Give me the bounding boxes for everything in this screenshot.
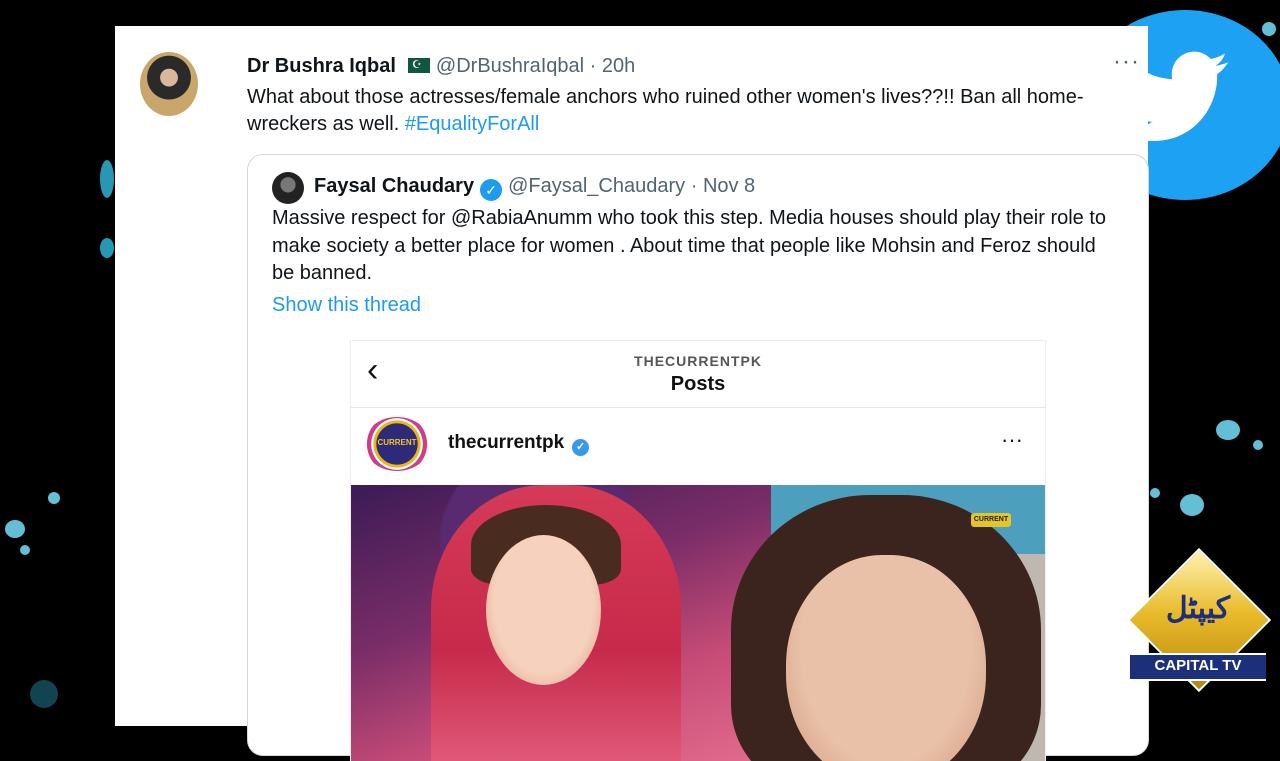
decorative-bubble	[20, 545, 30, 555]
instagram-account-title: THECURRENTPK	[634, 353, 762, 369]
decorative-bubble	[1253, 440, 1263, 450]
quoted-author-handle[interactable]: @Faysal_Chaudary	[508, 175, 685, 197]
instagram-verified-icon: ✓	[572, 439, 590, 456]
tweet-body: What about those actresses/female anchor…	[247, 86, 1084, 135]
quoted-tweet-header: Faysal Chaudary ✓ @Faysal_Chaudary · Nov 8	[314, 175, 755, 201]
more-options-icon[interactable]: ···	[1113, 48, 1140, 76]
instagram-top-bar: ‹ THECURRENTPK Posts	[351, 341, 1045, 408]
instagram-username-text: thecurrentpk	[448, 432, 565, 453]
decorative-bubble	[1180, 494, 1204, 516]
instagram-username: thecurrentpk ✓	[448, 432, 590, 456]
photo-face	[486, 535, 601, 685]
instagram-post-header: CURRENT thecurrentpk ✓ ···	[351, 407, 1045, 485]
show-thread-link[interactable]: Show this thread	[272, 294, 421, 317]
instagram-more-icon: ···	[1001, 427, 1023, 452]
meta-separator: ·	[589, 55, 597, 77]
author-handle[interactable]: @DrBushraIqbal	[436, 55, 584, 77]
decorative-bubble	[100, 160, 114, 198]
avatar[interactable]	[140, 52, 198, 116]
tweet-card: Dr Bushra Iqbal@DrBushraIqbal · 20h ··· …	[115, 26, 1149, 761]
logo-text: CAPITAL TV	[1154, 657, 1242, 674]
quoted-author-name[interactable]: Faysal Chaudary	[314, 175, 474, 197]
instagram-avatar-text: CURRENT	[377, 438, 417, 447]
author-name[interactable]: Dr Bushra Iqbal	[247, 55, 396, 77]
instagram-page-title: Posts	[670, 373, 726, 395]
decorative-bubble	[30, 680, 58, 708]
meta-separator: ·	[690, 175, 698, 197]
verified-badge-icon: ✓	[480, 179, 503, 201]
decorative-bubble	[1150, 488, 1160, 498]
tweet-time[interactable]: 20h	[602, 55, 635, 77]
hashtag-link[interactable]: #EqualityForAll	[405, 113, 540, 135]
quoted-date[interactable]: Nov 8	[703, 175, 755, 197]
decorative-bubble	[100, 238, 114, 258]
decorative-bubble	[48, 492, 60, 504]
photo-face	[786, 555, 986, 761]
capital-tv-logo: کیپٹل CAPITAL TV	[1126, 547, 1272, 693]
quoted-avatar[interactable]	[272, 172, 304, 204]
decorative-bubble	[5, 520, 25, 538]
decorative-bubble	[1262, 22, 1276, 36]
tweet-header: Dr Bushra Iqbal @DrBushraIqbal · 20h	[247, 55, 635, 78]
decorative-bubble	[1216, 420, 1240, 440]
instagram-screenshot-image[interactable]: ‹ THECURRENTPK Posts CURRENT thecurrentp…	[351, 341, 1045, 761]
logo-urdu-text: کیپٹل	[1165, 592, 1231, 625]
quoted-tweet-text: Massive respect for @RabiaAnumm who took…	[272, 207, 1107, 284]
photo-watermark: CURRENT	[971, 513, 1011, 527]
tweet-text: What about those actresses/female anchor…	[247, 84, 1127, 138]
pakistan-flag-icon	[401, 58, 430, 73]
quoted-tweet[interactable]: Faysal Chaudary ✓ @Faysal_Chaudary · Nov 8…	[247, 154, 1149, 761]
